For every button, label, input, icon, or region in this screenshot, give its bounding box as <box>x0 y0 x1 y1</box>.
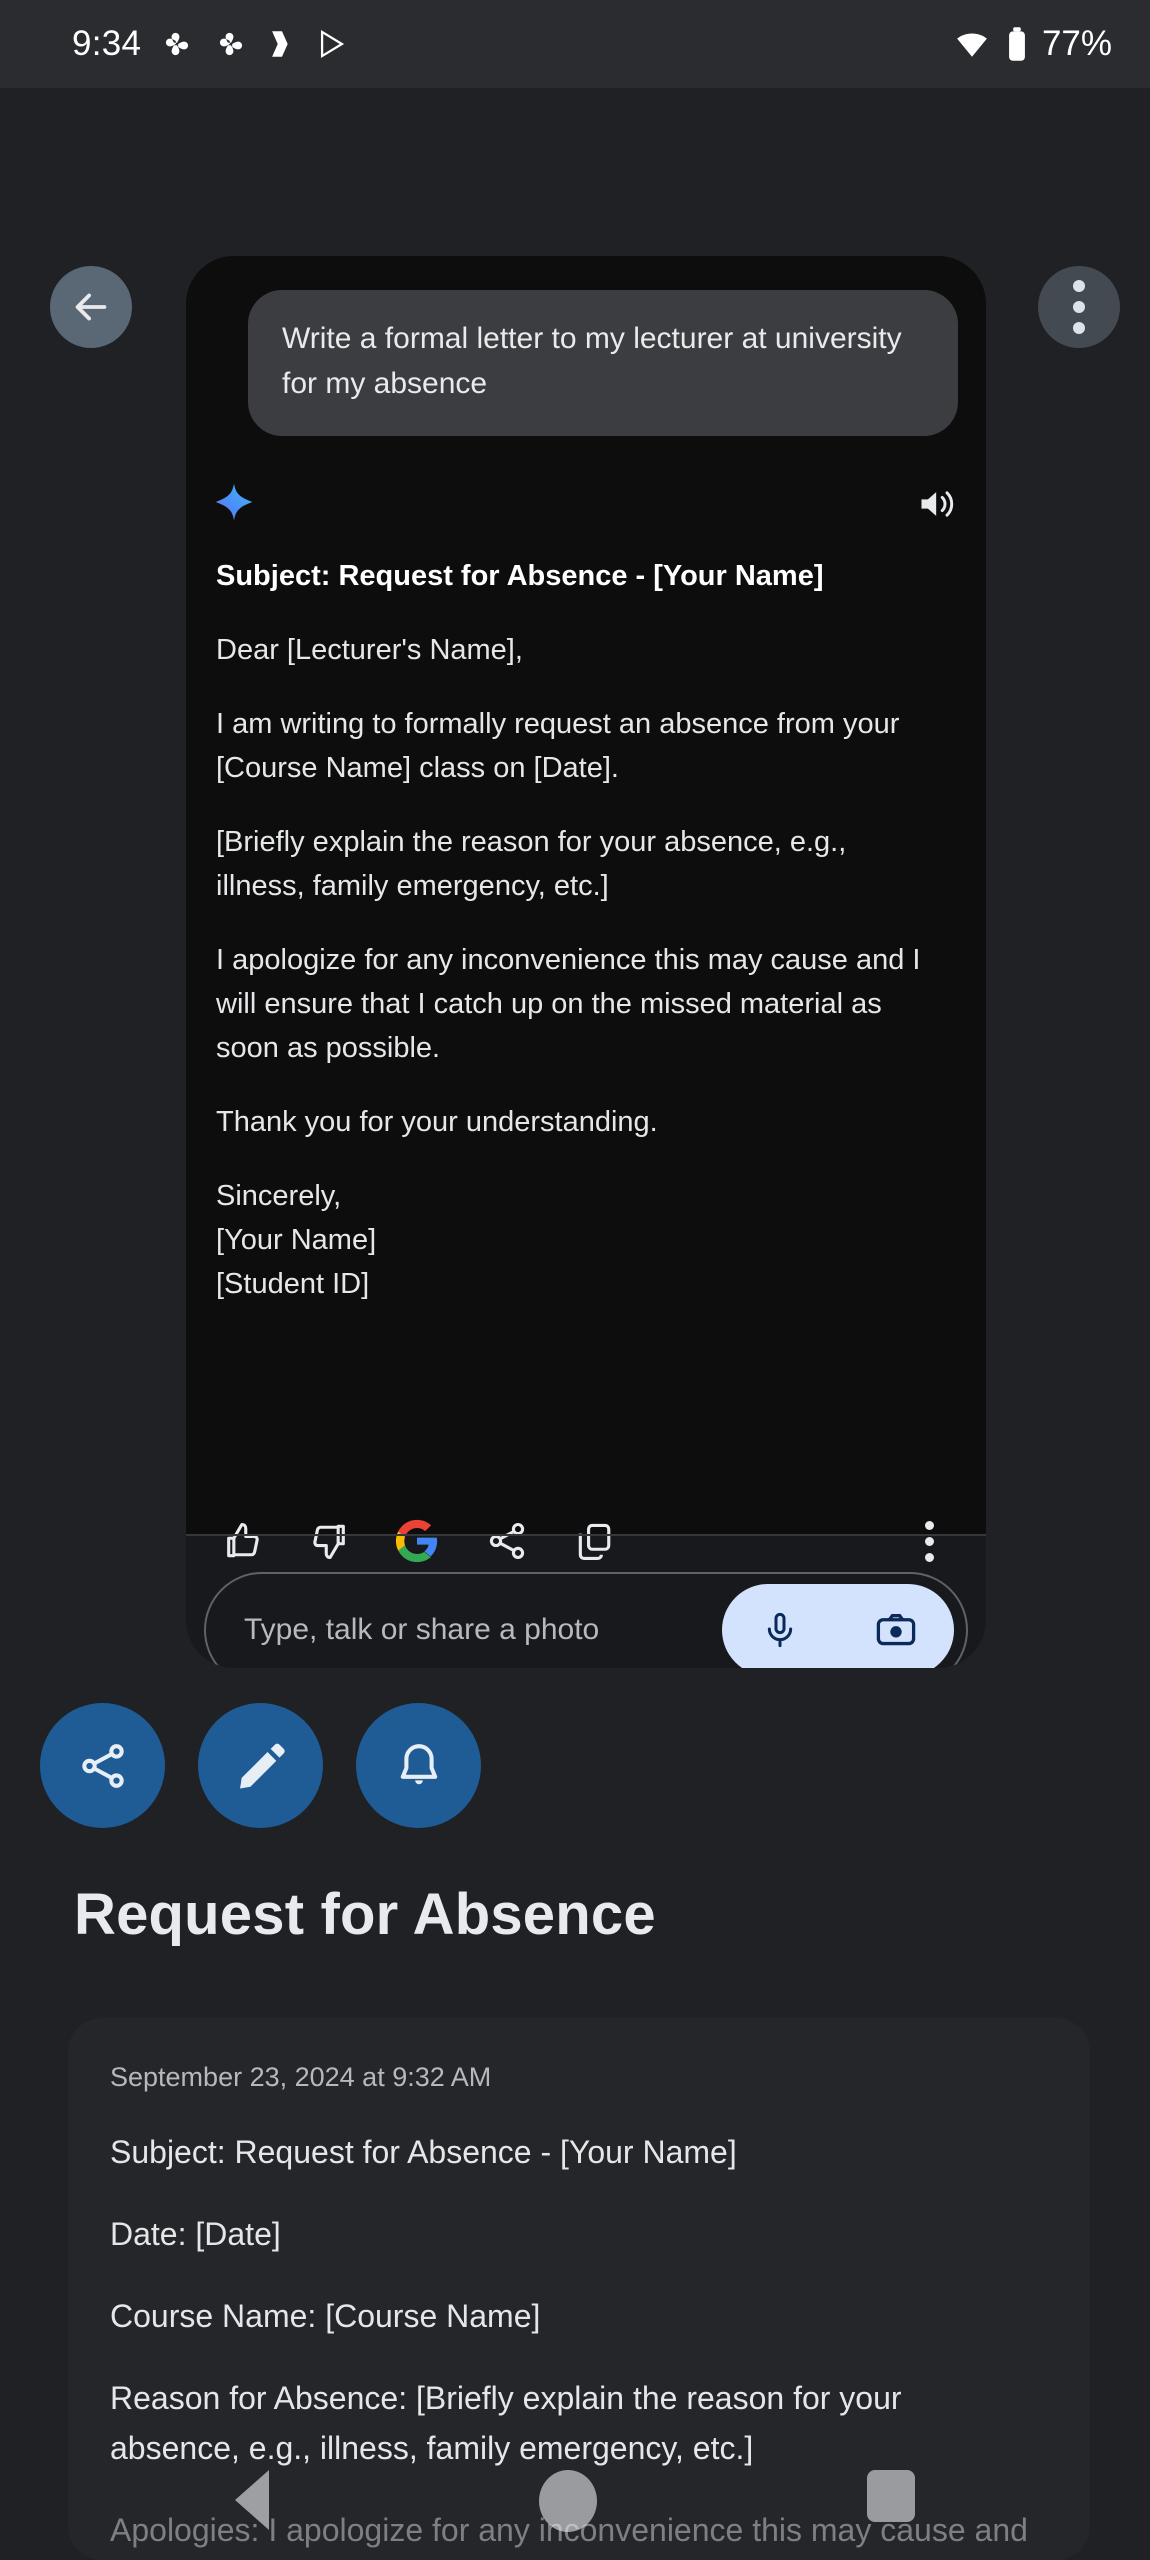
status-bar: 9:34 77% <box>0 0 1150 88</box>
gemini-sparkle-icon <box>215 483 253 521</box>
copy-button[interactable] <box>568 1514 622 1568</box>
note-line: Course Name: [Course Name] <box>110 2298 541 2334</box>
speaker-icon <box>921 491 954 517</box>
note-card[interactable]: September 23, 2024 at 9:32 AM Subject: R… <box>68 2018 1090 2560</box>
reply-paragraph-2: [Briefly explain the reason for your abs… <box>216 826 847 902</box>
thumb-down-icon <box>313 1524 345 1560</box>
kebab-dot <box>924 1536 934 1546</box>
status-bar-clock: 9:34 <box>72 24 142 63</box>
thumb-up-icon <box>227 1522 259 1558</box>
assistant-sheet: Write a formal letter to my lecturer at … <box>186 256 986 1668</box>
camera-icon <box>876 1614 916 1646</box>
arrow-left-icon <box>75 293 107 321</box>
overflow-menu-button[interactable] <box>1038 266 1120 348</box>
reply-signoff: Sincerely, <box>216 1180 342 1212</box>
microphone-icon <box>767 1612 793 1648</box>
battery-icon <box>1009 27 1025 61</box>
reply-paragraph-3: I apologize for any inconvenience this m… <box>216 944 921 1064</box>
share-fab[interactable] <box>40 1703 165 1828</box>
thumb-up-button[interactable] <box>216 1514 270 1568</box>
note-line: Reason for Absence: [Briefly explain the… <box>110 2380 902 2466</box>
response-overflow-button[interactable] <box>902 1514 956 1568</box>
thumb-down-button[interactable] <box>302 1514 356 1568</box>
share-icon <box>489 1522 525 1560</box>
reply-sign-name: [Your Name] <box>216 1224 377 1256</box>
kebab-dot <box>1073 301 1085 313</box>
note-title: Request for Absence <box>74 1882 656 1947</box>
kebab-dot <box>1073 322 1085 334</box>
pinwheel-icon <box>166 32 189 56</box>
camera-button[interactable] <box>861 1595 931 1665</box>
note-line: Subject: Request for Absence - [Your Nam… <box>110 2134 737 2170</box>
composer-bar[interactable]: Type, talk or share a photo <box>204 1572 968 1668</box>
kebab-dot <box>924 1552 934 1562</box>
assistant-reply-header <box>212 480 960 540</box>
kebab-menu-icon <box>924 1520 934 1562</box>
reply-paragraph-4: Thank you for your understanding. <box>216 1106 658 1138</box>
action-fab-row <box>40 1703 481 1828</box>
battery-percent-label: 77% <box>1041 24 1112 63</box>
pinwheel-icon <box>220 32 243 56</box>
wifi-icon <box>957 33 987 57</box>
note-body: Subject: Request for Absence - [Your Nam… <box>110 2127 1040 2560</box>
back-button[interactable] <box>50 266 132 348</box>
note-timestamp: September 23, 2024 at 9:32 AM <box>110 2062 492 2092</box>
note-line: Date: [Date] <box>110 2216 281 2252</box>
note-line-faded: Apologies: I apologize for any inconveni… <box>110 2512 1028 2548</box>
share-icon <box>81 1743 124 1788</box>
voice-input-button[interactable] <box>745 1595 815 1665</box>
kebab-dot <box>924 1520 934 1530</box>
user-prompt-bubble: Write a formal letter to my lecturer at … <box>248 290 958 436</box>
bell-icon <box>400 1743 437 1784</box>
google-search-button[interactable] <box>390 1514 444 1568</box>
google-icon <box>395 1519 438 1563</box>
reply-salutation: Dear [Lecturer's Name], <box>216 634 523 666</box>
app-surface: Write a formal letter to my lecturer at … <box>10 88 1140 2560</box>
composer-divider <box>186 1534 986 1536</box>
edit-fab[interactable] <box>198 1703 323 1828</box>
conversation-scroll-area[interactable]: Write a formal letter to my lecturer at … <box>186 256 986 1563</box>
pencil-icon <box>239 1743 285 1788</box>
status-bar-left: 9:34 <box>72 24 349 64</box>
send-outline-icon <box>321 29 345 59</box>
reply-subject: Subject: Request for Absence - [Your Nam… <box>216 560 824 592</box>
share-response-button[interactable] <box>480 1514 534 1568</box>
reply-paragraph-1: I am writing to formally request an abse… <box>216 708 900 784</box>
pages-icon <box>272 31 288 57</box>
read-aloud-button[interactable] <box>916 482 960 529</box>
reply-sign-id: [Student ID] <box>216 1268 370 1300</box>
composer-placeholder[interactable]: Type, talk or share a photo <box>244 1613 722 1647</box>
copy-icon <box>578 1523 611 1560</box>
assistant-reply-text: Subject: Request for Absence - [Your Nam… <box>216 554 928 1306</box>
mic-camera-pill <box>722 1584 954 1668</box>
status-bar-right: 77% <box>952 24 1112 64</box>
kebab-dot <box>1073 280 1085 292</box>
reminder-fab[interactable] <box>356 1703 481 1828</box>
